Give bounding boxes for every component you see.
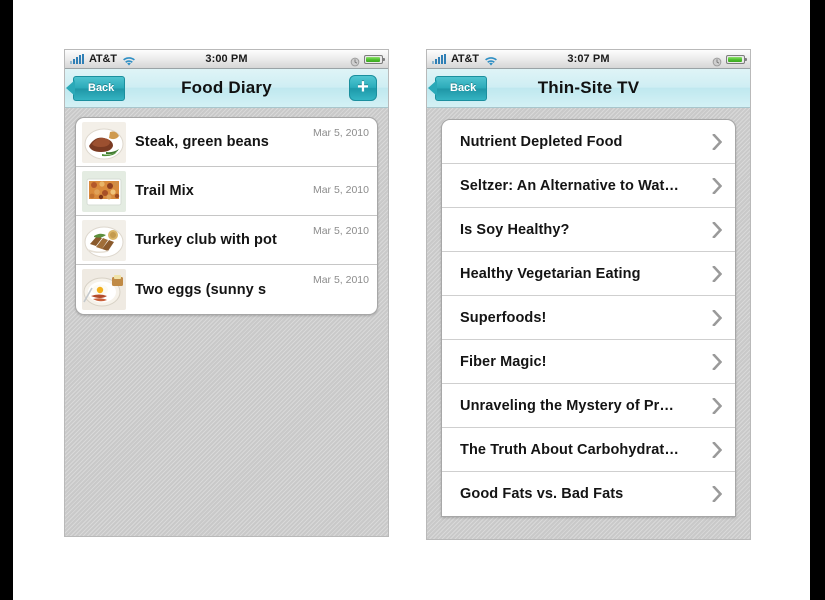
signal-bars-icon	[432, 54, 446, 64]
list-item-title: Fiber Magic!	[460, 353, 547, 370]
list-item-title: Good Fats vs. Bad Fats	[460, 486, 624, 502]
list-item-date: Mar 5, 2010	[312, 127, 369, 139]
status-bar-right	[712, 54, 747, 67]
list-item[interactable]: Unraveling the Mystery of Pr…	[442, 384, 735, 428]
tv-episode-list: Nutrient Depleted Food Seltzer: An Alter…	[441, 119, 736, 517]
status-bar: AT&T 3:07 PM	[427, 50, 750, 69]
alarm-clock-icon	[712, 54, 722, 67]
list-item-date: Mar 5, 2010	[312, 184, 369, 196]
list-item-title: Turkey club with pot	[135, 232, 277, 248]
steak-green-beans-thumbnail	[82, 121, 126, 163]
add-entry-button-label: +	[357, 76, 369, 98]
list-item[interactable]: Superfoods!	[442, 296, 735, 340]
back-button[interactable]: Back	[65, 75, 126, 101]
list-item-date: Mar 5, 2010	[312, 225, 369, 237]
navigation-bar: Back Food Diary +	[65, 69, 388, 108]
battery-icon	[364, 54, 385, 64]
screenshot-stage: AT&T 3:00 PM Back Food Diary + Steak, gr…	[13, 0, 810, 600]
battery-icon	[726, 54, 747, 64]
list-item-title: Is Soy Healthy?	[460, 221, 570, 238]
phone-screenshot-food-diary: AT&T 3:00 PM Back Food Diary + Steak, gr…	[65, 50, 388, 536]
status-bar-left: AT&T	[70, 52, 136, 66]
list-item-title: The Truth About Carbohydrat…	[460, 441, 679, 458]
list-item-title: Unraveling the Mystery of Pr…	[460, 397, 675, 414]
status-bar: AT&T 3:00 PM	[65, 50, 388, 69]
chevron-right-icon	[712, 221, 722, 238]
list-item-title: Trail Mix	[135, 183, 194, 199]
list-item[interactable]: Healthy Vegetarian Eating	[442, 252, 735, 296]
carrier-label: AT&T	[451, 52, 479, 65]
navigation-bar: Back Thin-Site TV	[427, 69, 750, 108]
list-item[interactable]: Seltzer: An Alternative to Wat…	[442, 164, 735, 208]
list-item[interactable]: Good Fats vs. Bad Fats	[442, 472, 735, 516]
chevron-right-icon	[712, 441, 722, 458]
chevron-right-icon	[712, 177, 722, 194]
content-area: Steak, green beans Mar 5, 2010 Trail Mix…	[65, 108, 388, 536]
list-item[interactable]: Nutrient Depleted Food	[442, 120, 735, 164]
list-item[interactable]: Fiber Magic!	[442, 340, 735, 384]
list-item[interactable]: Two eggs (sunny s Mar 5, 2010	[76, 265, 377, 314]
list-item-title: Steak, green beans	[135, 134, 269, 150]
carrier-label: AT&T	[89, 52, 117, 65]
chevron-right-icon	[712, 133, 722, 150]
list-item-title: Nutrient Depleted Food	[460, 133, 623, 150]
chevron-right-icon	[712, 353, 722, 370]
chevron-right-icon	[712, 397, 722, 414]
list-item-title: Superfoods!	[460, 309, 547, 326]
list-item[interactable]: Turkey club with pot Mar 5, 2010	[76, 216, 377, 265]
letterbox-right	[810, 0, 825, 600]
add-entry-button[interactable]: +	[349, 75, 377, 101]
phone-screenshot-thin-site-tv: AT&T 3:07 PM Back Thin-Site TV Nutrient …	[427, 50, 750, 539]
two-eggs-thumbnail	[82, 269, 126, 310]
chevron-right-icon	[712, 486, 722, 502]
signal-bars-icon	[70, 54, 84, 64]
wifi-icon	[122, 54, 136, 66]
back-button[interactable]: Back	[427, 75, 488, 101]
trail-mix-thumbnail	[82, 170, 126, 212]
food-diary-list: Steak, green beans Mar 5, 2010 Trail Mix…	[75, 117, 378, 315]
status-bar-left: AT&T	[432, 52, 498, 66]
list-item[interactable]: Is Soy Healthy?	[442, 208, 735, 252]
back-button-label: Back	[88, 82, 115, 94]
list-item-title: Two eggs (sunny s	[135, 281, 267, 298]
list-item-title: Seltzer: An Alternative to Wat…	[460, 177, 680, 194]
list-item[interactable]: Trail Mix Mar 5, 2010	[76, 167, 377, 216]
chevron-right-icon	[712, 309, 722, 326]
content-area: Nutrient Depleted Food Seltzer: An Alter…	[427, 108, 750, 539]
list-item-title: Healthy Vegetarian Eating	[460, 265, 641, 282]
list-item[interactable]: Steak, green beans Mar 5, 2010	[76, 118, 377, 167]
chevron-right-icon	[712, 265, 722, 282]
wifi-icon	[484, 54, 498, 66]
letterbox-left	[0, 0, 13, 600]
list-item[interactable]: The Truth About Carbohydrat…	[442, 428, 735, 472]
turkey-club-thumbnail	[82, 219, 126, 261]
alarm-clock-icon	[350, 54, 360, 67]
list-item-date: Mar 5, 2010	[312, 274, 369, 286]
status-bar-right	[350, 54, 385, 67]
back-button-label: Back	[450, 82, 477, 94]
